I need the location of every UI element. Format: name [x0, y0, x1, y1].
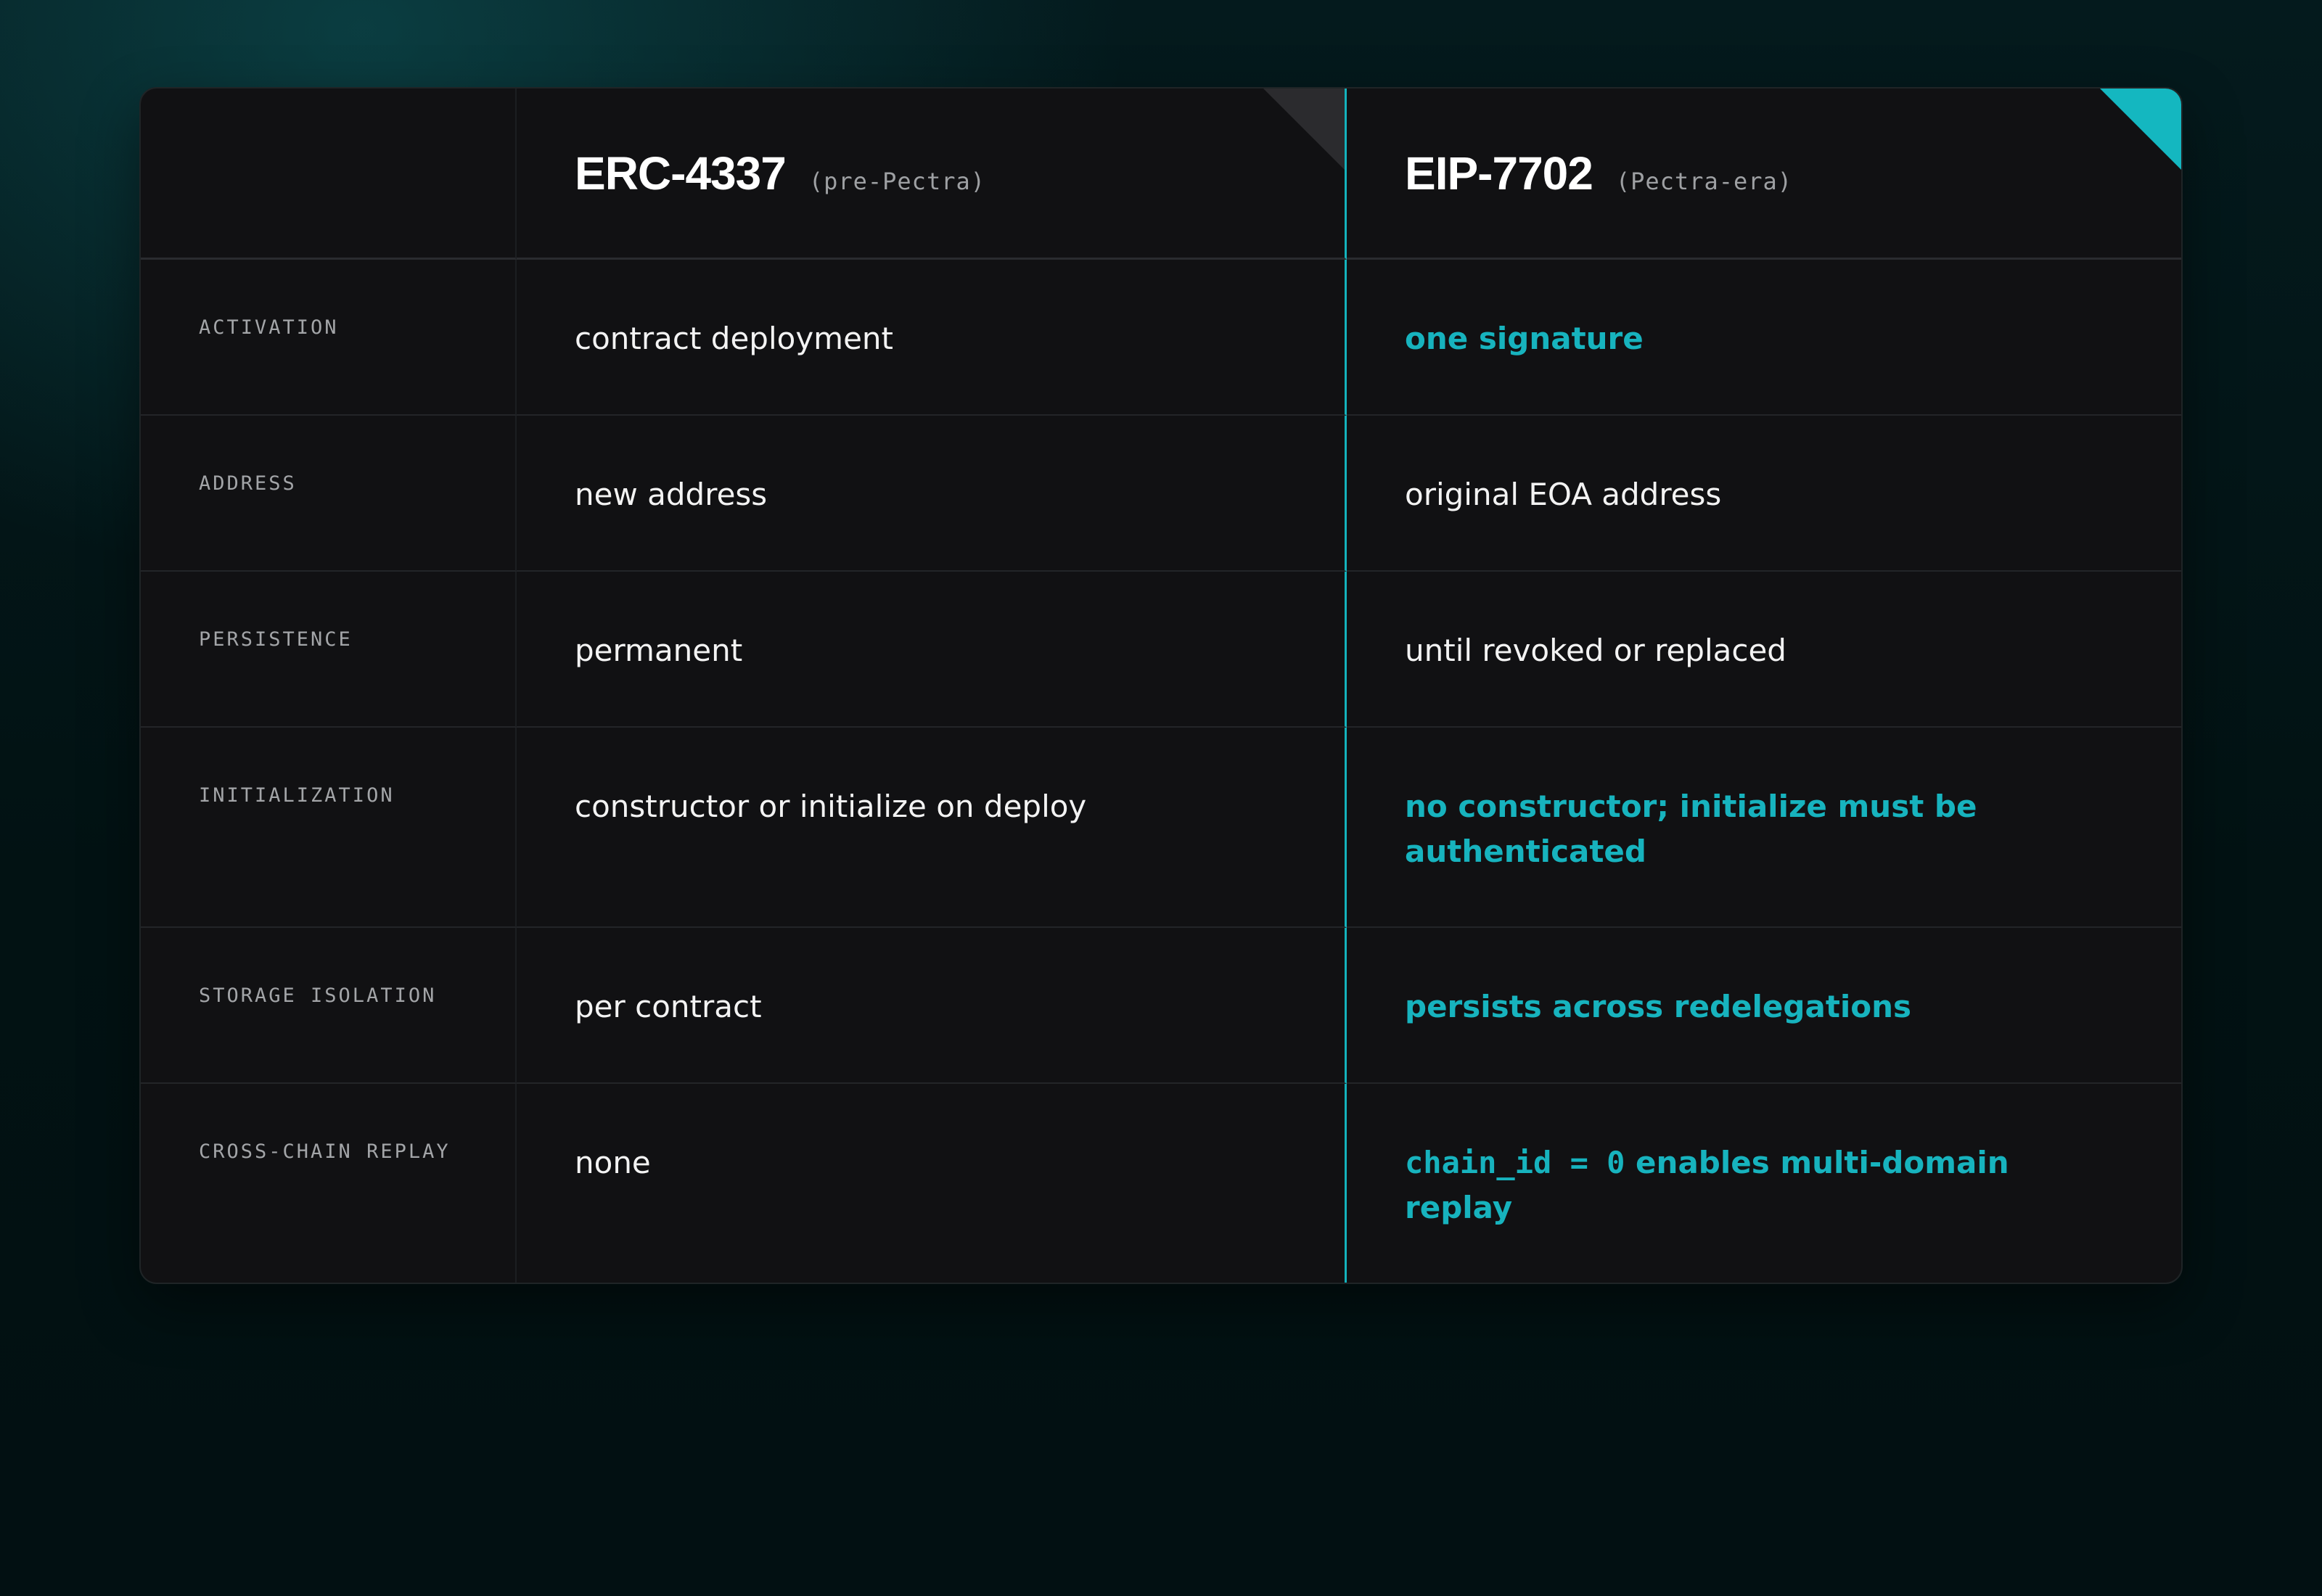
eip7702-cell: until revoked or replaced — [1347, 572, 2181, 728]
row-label-cell: ACTIVATION — [141, 260, 517, 416]
eip7702-cell: one signature — [1347, 260, 2181, 416]
erc4337-value: per contract — [575, 989, 762, 1024]
code-snippet: chain_id = 0 — [1405, 1145, 1625, 1180]
erc4337-value: new address — [575, 477, 768, 512]
erc4337-cell: constructor or initialize on deploy — [517, 728, 1347, 928]
erc4337-cell: per contract — [517, 928, 1347, 1084]
column-subtitle: (Pectra-era) — [1615, 168, 1793, 195]
eip7702-cell: persists across redelegations — [1347, 928, 2181, 1084]
row-label-cell: PERSISTENCE — [141, 572, 517, 728]
row-label: ACTIVATION — [199, 316, 339, 339]
erc4337-value: none — [575, 1145, 651, 1180]
column-subtitle: (pre-Pectra) — [808, 168, 985, 195]
header-eip7702: EIP-7702 (Pectra-era) — [1347, 89, 2181, 260]
eip7702-value: until revoked or replaced — [1405, 633, 1786, 668]
eip7702-value: original EOA address — [1405, 477, 1722, 512]
row-label: CROSS-CHAIN REPLAY — [199, 1140, 451, 1163]
erc4337-value: contract deployment — [575, 321, 894, 356]
erc4337-cell: new address — [517, 416, 1347, 572]
row-label-cell: STORAGE ISOLATION — [141, 928, 517, 1084]
header-erc4337: ERC-4337 (pre-Pectra) — [517, 89, 1347, 260]
eip7702-cell: no constructor; initialize must be authe… — [1347, 728, 2181, 928]
header-empty-cell — [141, 89, 517, 260]
row-label: INITIALIZATION — [199, 784, 395, 807]
erc4337-cell: contract deployment — [517, 260, 1347, 416]
corner-fold-decoration — [1263, 89, 1345, 170]
row-label: ADDRESS — [199, 472, 297, 495]
eip7702-cell: chain_id = 0 enables multi-domain replay — [1347, 1084, 2181, 1283]
eip7702-cell: original EOA address — [1347, 416, 2181, 572]
erc4337-value: constructor or initialize on deploy — [575, 789, 1087, 824]
column-title: EIP-7702 — [1405, 147, 1593, 200]
comparison-table: ERC-4337 (pre-Pectra) EIP-7702 (Pectra-e… — [141, 89, 2181, 1283]
row-label: PERSISTENCE — [199, 628, 353, 651]
comparison-card: ERC-4337 (pre-Pectra) EIP-7702 (Pectra-e… — [139, 87, 2183, 1284]
row-label-cell: ADDRESS — [141, 416, 517, 572]
column-title: ERC-4337 — [575, 147, 787, 200]
eip7702-value: chain_id = 0 enables multi-domain replay — [1405, 1084, 2094, 1230]
eip7702-value: no constructor; initialize must be authe… — [1405, 789, 1977, 869]
erc4337-cell: permanent — [517, 572, 1347, 728]
erc4337-cell: none — [517, 1084, 1347, 1283]
row-label-cell: CROSS-CHAIN REPLAY — [141, 1084, 517, 1283]
corner-accent-decoration — [2100, 89, 2181, 170]
row-label: STORAGE ISOLATION — [199, 984, 437, 1007]
row-label-cell: INITIALIZATION — [141, 728, 517, 928]
eip7702-value: one signature — [1405, 321, 1644, 356]
eip7702-value: persists across redelegations — [1405, 989, 1912, 1024]
erc4337-value: permanent — [575, 633, 743, 668]
